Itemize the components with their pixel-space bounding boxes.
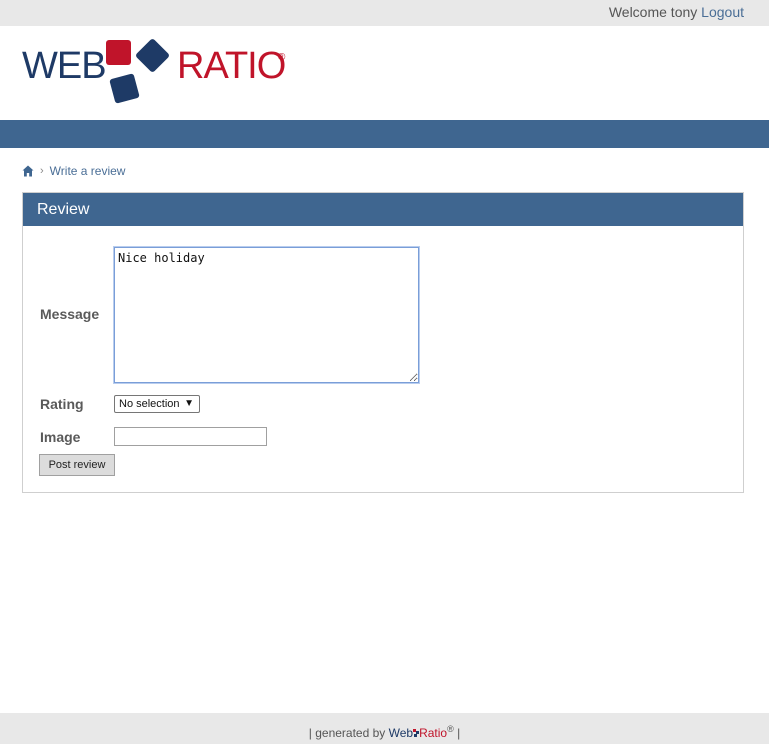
breadcrumb-write-review[interactable]: Write a review [50, 163, 126, 179]
footer-brand-ratio: Ratio [419, 726, 448, 740]
panel-title: Review [23, 193, 743, 226]
logo-blue-square [109, 73, 140, 104]
rating-label: Rating [40, 396, 84, 412]
navigation-bar [0, 120, 769, 148]
home-icon[interactable] [22, 165, 34, 177]
rating-select[interactable]: No selection ▼ [114, 395, 200, 413]
logo-red-square [106, 40, 131, 65]
dropdown-arrow-icon: ▼ [184, 398, 194, 409]
footer-registered-mark: ® [447, 724, 454, 734]
logo-blue-diamond [136, 39, 169, 72]
message-label: Message [40, 306, 100, 322]
top-bar: Welcome tony Logout [0, 0, 769, 26]
logout-link[interactable]: Logout [701, 4, 744, 20]
footer-suffix: | [457, 726, 461, 740]
logo-registered-mark: ® [278, 52, 286, 63]
image-label: Image [40, 429, 81, 445]
review-panel: Review Message Nice holiday Rating No se… [22, 192, 744, 493]
welcome-text: Welcome tony [608, 4, 698, 20]
user-greeting: Welcome tony Logout [609, 4, 744, 21]
rating-selected-value: No selection [119, 398, 180, 410]
message-textarea[interactable]: Nice holiday [114, 247, 419, 383]
logo-word-web: WEB [22, 45, 106, 87]
footer-brand-web: Web [388, 726, 414, 740]
webratio-logo: WEB RATIO ® [22, 38, 292, 108]
logo-word-ratio: RATIO [177, 45, 285, 87]
breadcrumb-separator: › [40, 165, 44, 177]
breadcrumb: › Write a review [22, 163, 125, 179]
image-input[interactable] [114, 427, 267, 446]
footer-prefix: | generated by [308, 726, 386, 740]
footer: | generated by Web Ratio® | [0, 713, 769, 744]
post-review-button[interactable]: Post review [39, 454, 115, 476]
